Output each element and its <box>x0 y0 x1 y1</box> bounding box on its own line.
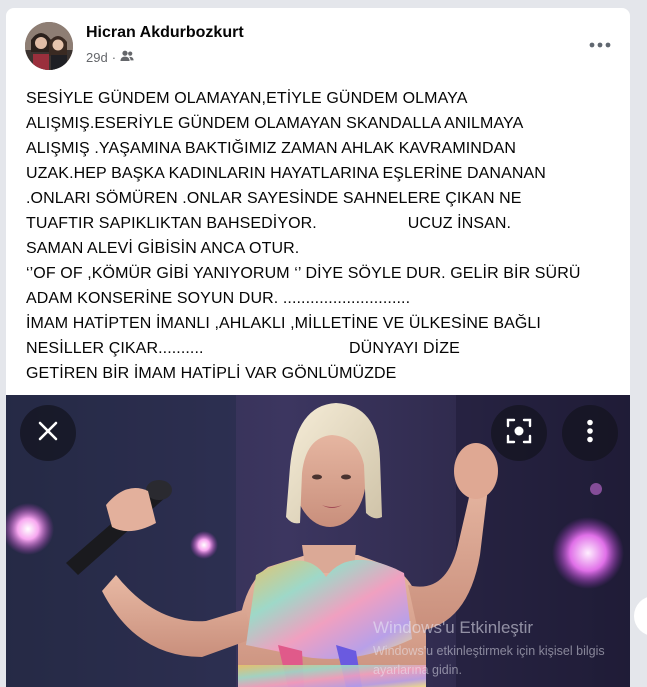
more-options-button[interactable] <box>582 30 618 58</box>
post-meta: 29d · <box>86 50 134 65</box>
photo-menu-button[interactable] <box>562 405 618 461</box>
friends-icon[interactable] <box>120 50 134 65</box>
post-photo[interactable]: Windows'u Etkinleştir Windows'u etkinleş… <box>6 395 630 687</box>
image-search-icon <box>506 418 532 449</box>
page-background-edge <box>631 0 647 687</box>
close-photo-button[interactable] <box>20 405 76 461</box>
avatar[interactable] <box>25 22 73 70</box>
activation-watermark-subtitle: Windows'u etkinleştirmek için kişisel bi… <box>373 642 605 680</box>
meta-separator: · <box>111 50 117 65</box>
more-vertical-icon <box>586 419 594 448</box>
activation-watermark-line1: Windows'u etkinleştirmek için kişisel bi… <box>373 644 605 658</box>
more-horizontal-icon <box>589 35 611 53</box>
post-header: Hicran Akdurbozkurt 29d · <box>20 20 620 76</box>
post-card: Hicran Akdurbozkurt 29d · SESİYLE GÜNDEM… <box>6 8 630 687</box>
post-text: SESİYLE GÜNDEM OLAMAYAN,ETİYLE GÜNDEM OL… <box>26 90 581 382</box>
post-time[interactable]: 29d <box>86 50 108 65</box>
close-icon <box>37 420 59 447</box>
author-name[interactable]: Hicran Akdurbozkurt <box>86 24 244 42</box>
image-search-button[interactable] <box>491 405 547 461</box>
activation-watermark-title: Windows'u Etkinleştir <box>373 618 534 637</box>
activation-watermark-line2: ayarlarına gidin. <box>373 663 462 677</box>
